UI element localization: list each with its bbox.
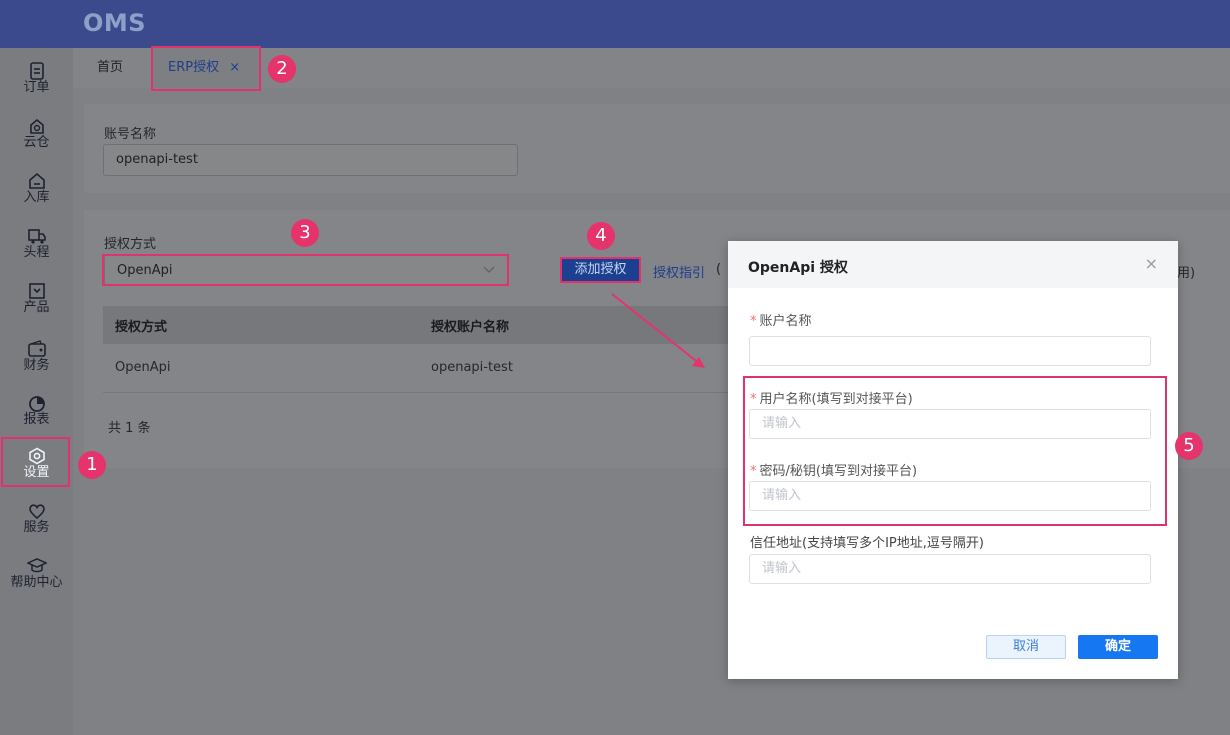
step-badge-5: 5 — [1175, 432, 1203, 460]
step-badge-2: 2 — [268, 55, 296, 83]
step-badge-4: 4 — [587, 222, 615, 250]
step-badge-3: 3 — [291, 219, 319, 247]
step-badge-1: 1 — [78, 451, 106, 479]
annotation-arrow — [611, 293, 705, 368]
